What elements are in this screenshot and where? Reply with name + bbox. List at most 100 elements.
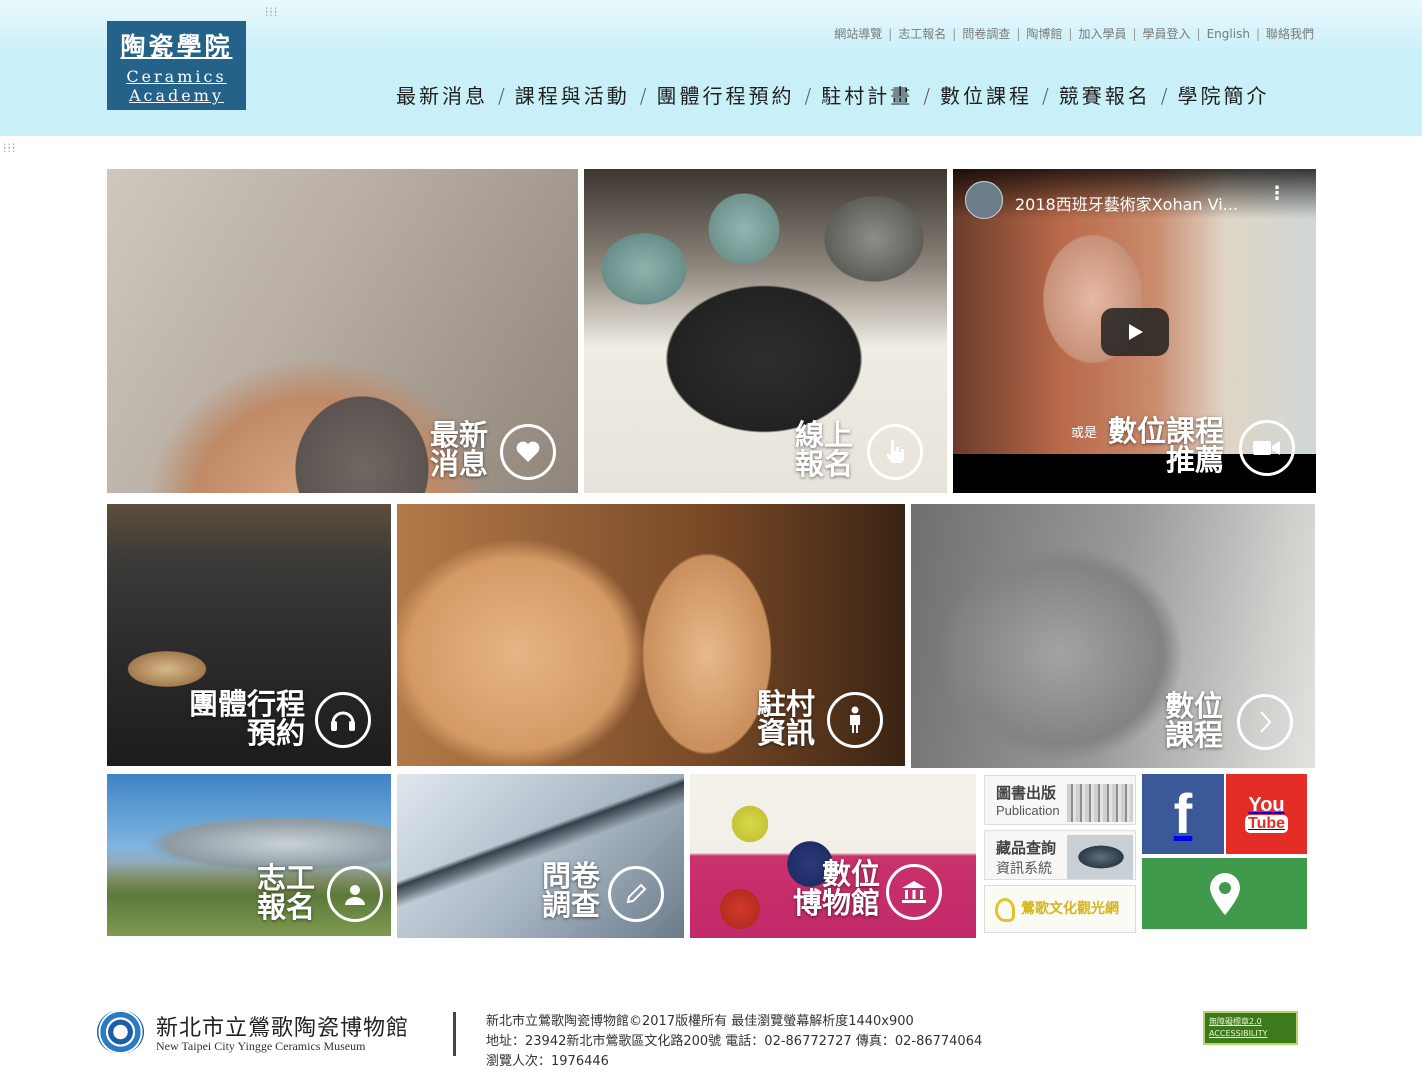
tourism-title: 鶯歌文化觀光網 — [1021, 901, 1119, 917]
nav-group-booking[interactable]: 團體行程預約 — [657, 84, 795, 108]
separator: | — [1196, 27, 1201, 41]
youtube-link[interactable]: You Tube — [1226, 774, 1307, 854]
label-line: 線上 — [794, 418, 853, 452]
separator: | — [1132, 27, 1137, 41]
nav-divider: / — [923, 84, 930, 108]
a11y-badge-line2: ACCESSIBILITY — [1209, 1029, 1268, 1038]
utility-nav: 網站導覽 | 志工報名 | 問卷調查 | 陶博館 | 加入學員 | 學員登入 | English | 聯絡我… — [834, 25, 1314, 42]
drag-handle-dots: :::::: — [264, 5, 278, 19]
util-museum-link[interactable]: 陶博館 — [1026, 27, 1062, 41]
user-icon — [327, 866, 383, 922]
a11y-badge-line1: 無障礙標章2.0 — [1209, 1017, 1262, 1026]
footer-info: 新北市立鶯歌陶瓷博物館©2017版權所有 最佳瀏覽螢幕解析度1440x900 地… — [486, 1012, 982, 1072]
tile-video-label: 數位課程 推薦 — [1108, 417, 1224, 475]
play-icon — [1129, 324, 1143, 340]
nav-divider: / — [498, 84, 505, 108]
tile-residency[interactable]: 駐村 資訊 — [397, 504, 905, 766]
pencil-icon — [608, 866, 664, 922]
books-icon — [1067, 784, 1133, 822]
label-line: 課程 — [1164, 718, 1223, 752]
tile-digital-course-label: 數位 課程 — [1165, 692, 1223, 750]
label-line: 團體行程 — [188, 687, 305, 721]
video-camera-icon — [1239, 420, 1295, 476]
person-icon — [827, 692, 883, 748]
tile-volunteer-label: 志工 報名 — [257, 864, 315, 922]
tile-digital-course[interactable]: 數位 課程 — [911, 504, 1315, 768]
separator: | — [1016, 27, 1021, 41]
footer-museum-name-en: New Taipei City Yingge Ceramics Museum — [156, 1039, 366, 1053]
channel-avatar[interactable] — [965, 181, 1003, 219]
play-button[interactable] — [1101, 308, 1169, 356]
tile-register-label: 線上 報名 — [795, 421, 853, 479]
map-link[interactable] — [1142, 858, 1307, 929]
util-login-link[interactable]: 學員登入 — [1143, 27, 1191, 41]
separator: | — [888, 27, 893, 41]
util-english-link[interactable]: English — [1207, 27, 1250, 41]
label-line: 博物館 — [792, 886, 880, 920]
nav-divider: / — [639, 84, 647, 108]
util-survey-link[interactable]: 問卷調查 — [962, 27, 1010, 41]
publication-subtitle: Publication — [996, 803, 1060, 818]
nav-divider: / — [1160, 84, 1168, 108]
chevron-right-icon — [1237, 694, 1293, 750]
nav-courses[interactable]: 課程與活動 — [515, 84, 630, 108]
label-line: 志工 — [256, 861, 315, 895]
tile-digital-museum-label: 數位 博物館 — [793, 860, 880, 918]
youtube-icon-text: You — [1248, 794, 1285, 816]
logo-english-line1: Ceramics — [126, 67, 227, 86]
drag-handle-dots: :::::: — [2, 141, 16, 155]
facebook-link[interactable]: f — [1142, 774, 1224, 854]
main-nav: 最新消息 / 課程與活動 / 團體行程預約 / 駐村計畫 / 數位課程 / 競賽報名 / 學院簡介 — [396, 80, 1336, 110]
tile-online-register[interactable]: 線上 報名 — [584, 169, 947, 493]
nav-digital-course[interactable]: 數位課程 — [940, 84, 1032, 108]
label-line: 報名 — [794, 447, 853, 481]
util-contact-link[interactable]: 聯絡我們 — [1266, 27, 1314, 41]
accessibility-badge[interactable]: 無障礙標章2.0 ACCESSIBILITY — [1203, 1011, 1298, 1045]
tile-news-label: 最新 消息 — [430, 421, 488, 479]
tile-digital-museum[interactable]: 數位 博物館 — [690, 774, 976, 938]
separator: | — [952, 27, 957, 41]
nav-competition[interactable]: 競賽報名 — [1059, 84, 1151, 108]
nav-news[interactable]: 最新消息 — [396, 84, 488, 108]
yingge-tourism-link[interactable]: 鶯歌文化觀光網 — [984, 885, 1136, 933]
nav-divider: / — [1042, 84, 1049, 108]
tile-volunteer[interactable]: 志工 報名 — [107, 774, 391, 936]
site-logo[interactable]: 陶瓷學院 Ceramics Academy — [107, 21, 246, 110]
logo-english-line2: Academy — [129, 86, 224, 105]
footer-divider — [453, 1012, 456, 1056]
tile-residency-label: 駐村 資訊 — [757, 690, 815, 748]
collection-title: 藏品查詢 — [996, 839, 1057, 857]
publication-link[interactable]: 圖書出版 Publication — [984, 775, 1136, 825]
tile-survey[interactable]: 問卷 調查 — [397, 774, 684, 938]
map-pin-icon — [1209, 872, 1240, 915]
label-line: 消息 — [429, 447, 488, 481]
collection-thumb-icon — [1067, 835, 1133, 879]
util-join-link[interactable]: 加入學員 — [1078, 27, 1126, 41]
separator: | — [1255, 27, 1260, 41]
hand-pointer-icon — [867, 424, 923, 480]
tile-news[interactable]: 最新 消息 — [107, 169, 578, 493]
nav-residency[interactable]: 駐村計畫 — [821, 84, 913, 108]
util-volunteer-link[interactable]: 志工報名 — [898, 27, 946, 41]
label-line: 推薦 — [1165, 443, 1224, 477]
label-line: 最新 — [429, 418, 488, 452]
util-sitemap-link[interactable]: 網站導覽 — [834, 27, 882, 41]
footer-address: 地址：23942新北市鶯歌區文化路200號 電話：02-86772727 傳真：… — [486, 1034, 983, 1049]
video-embed[interactable]: 2018西班牙藝術家Xohan Vi... ⋮ 或是 數位課程 推薦 — [953, 169, 1316, 493]
separator: | — [1068, 27, 1073, 41]
tile-group-booking[interactable]: 團體行程 預約 — [107, 504, 391, 766]
collection-search-link[interactable]: 藏品查詢 資訊系統 — [984, 830, 1136, 880]
museum-icon — [886, 864, 942, 920]
facebook-icon: f — [1173, 782, 1193, 845]
headphones-icon — [315, 692, 371, 748]
nav-about[interactable]: 學院簡介 — [1178, 84, 1270, 108]
more-options-icon[interactable]: ⋮ — [1268, 185, 1286, 203]
logo-chinese-text: 陶瓷學院 — [120, 32, 233, 61]
heart-icon — [500, 424, 556, 480]
youtube-icon-box: Tube — [1244, 815, 1289, 833]
label-line: 預約 — [246, 716, 305, 750]
tile-survey-label: 問卷 調查 — [542, 862, 600, 920]
footer-museum-name: 新北市立鶯歌陶瓷博物館 — [156, 1016, 410, 1041]
video-title[interactable]: 2018西班牙藝術家Xohan Vi... — [1015, 191, 1238, 215]
label-line: 報名 — [256, 890, 315, 924]
